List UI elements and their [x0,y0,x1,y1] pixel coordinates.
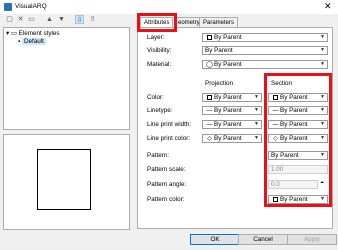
cancel-button[interactable]: Cancel [238,234,288,245]
chevron-down-icon: ▼ [320,47,325,53]
chevron-down-icon: ▼ [254,94,259,100]
layer-icon [205,34,214,41]
pattern-color-label: Pattern color: [147,196,185,203]
apply-button[interactable]: Apply [287,234,337,245]
move-down-icon[interactable]: ▼ [57,15,66,24]
color-label: Color: [147,94,164,101]
material-icon: ◯ [206,62,213,68]
import-icon[interactable]: ⇩ [75,15,84,24]
toolbar: ▢ ✕ ▭ ▲ ▼ ⇩ ⇧ [2,14,102,26]
collapse-icon[interactable]: ▾ [6,30,9,37]
print-width-label: Line print width: [147,121,192,128]
tab-parameters[interactable]: Parameters [199,17,239,27]
chevron-down-icon: ▼ [320,34,325,40]
pattern-angle-label: Pattern angle: [147,181,187,188]
export-icon[interactable]: ⇧ [88,15,97,24]
new-style-icon[interactable]: ▢ [5,15,14,24]
ok-button[interactable]: OK [190,234,240,245]
projection-header: Projection [205,80,234,87]
visibility-label: Visibility: [147,47,172,54]
print-color-label: Line print color: [147,135,191,142]
material-label: Material: [147,61,172,68]
layer-dropdown[interactable]: By Parent ▼ [202,33,328,42]
linetype-projection-dropdown[interactable]: — By Parent ▼ [202,106,262,115]
chevron-down-icon: ▼ [254,121,259,127]
highlight-section-column [264,73,332,207]
delete-icon[interactable]: ✕ [16,15,25,24]
title-bar: VisualARQ ✕ [0,0,338,14]
pattern-label: Pattern: [147,152,170,159]
splitter-handle[interactable] [3,131,130,133]
chevron-down-icon: ▼ [320,61,325,67]
line-icon: — [206,108,213,114]
tree-item-label: Default [21,38,46,45]
tree-item-default[interactable]: ▪ Default [18,38,46,46]
line-icon: — [206,122,213,128]
pattern-scale-label: Pattern scale: [147,166,186,173]
visibility-dropdown[interactable]: By Parent ▼ [202,46,328,55]
color-projection-dropdown[interactable]: By Parent ▼ [202,93,262,102]
rename-icon[interactable]: ▭ [27,15,36,24]
print-color-projection-dropdown[interactable]: ◇ By Parent ▼ [202,134,262,143]
app-icon [4,3,12,11]
color-swatch-icon [205,94,214,101]
styles-tree[interactable]: ▾ ▭ Element styles ▪ Default [3,27,130,130]
style-icon: ▪ [18,38,21,45]
chevron-down-icon: ▼ [254,107,259,113]
close-icon[interactable]: ✕ [324,1,332,12]
tree-root-label: Element styles [18,30,60,37]
window-title: VisualARQ [15,3,47,10]
layer-label: Layer: [147,34,165,41]
highlight-attributes-tab [137,13,177,32]
move-up-icon[interactable]: ▲ [45,15,54,24]
diamond-icon: ◇ [207,136,212,142]
preview-shape [37,149,91,210]
print-width-projection-dropdown[interactable]: — By Parent ▼ [202,120,262,129]
preview-pane [3,134,130,230]
linetype-label: Linetype: [147,107,173,114]
folder-icon: ▭ [10,30,17,37]
tree-root[interactable]: ▾ ▭ Element styles [6,30,60,38]
material-dropdown[interactable]: ◯By Parent ▼ [202,60,328,69]
chevron-down-icon: ▼ [254,135,259,141]
